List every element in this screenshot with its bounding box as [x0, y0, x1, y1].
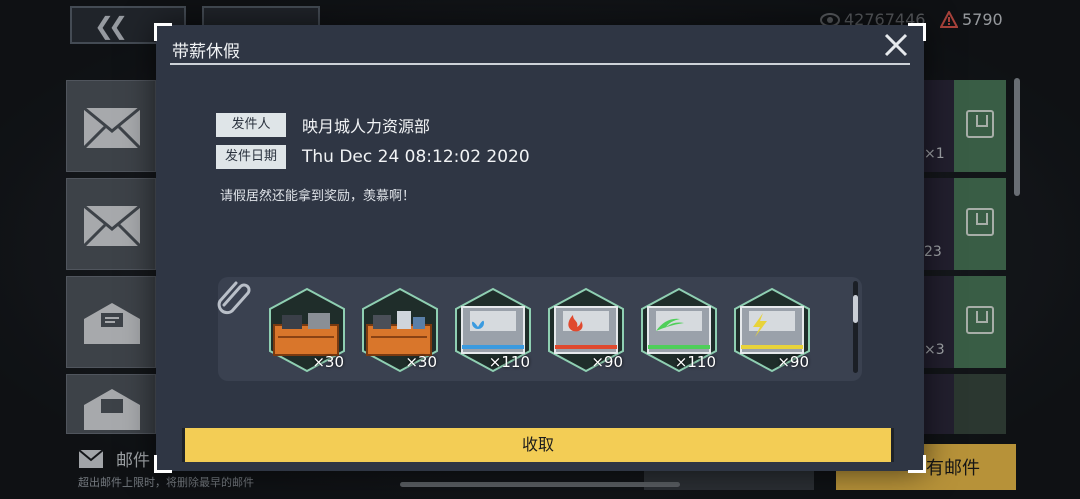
attachment-list: ×30 ×30 ×110 ×90 ×110 ×90: [264, 287, 815, 373]
attachment-item[interactable]: ×30: [264, 287, 350, 373]
close-icon[interactable]: [882, 31, 910, 59]
frame-corner: [908, 23, 926, 41]
attachment-item[interactable]: ×110: [450, 287, 536, 373]
claim-button[interactable]: 收取: [182, 428, 894, 462]
sender-value: 映月城人力资源部: [302, 117, 431, 136]
attachment-item[interactable]: ×90: [729, 287, 815, 373]
attachment-quantity: ×110: [674, 353, 716, 371]
attachment-scrollbar[interactable]: [853, 281, 858, 373]
dialog-title: 带薪休假: [172, 42, 240, 62]
attachment-quantity: ×30: [405, 353, 437, 371]
claim-button-label: 收取: [521, 435, 554, 454]
mail-detail-dialog: 带薪休假 发件人 映月城人力资源部 发件日期 Thu Dec 24 08:12:…: [154, 23, 926, 473]
frame-corner: [154, 455, 172, 473]
attachment-quantity: ×90: [591, 353, 623, 371]
attachment-quantity: ×110: [488, 353, 530, 371]
frame-corner: [154, 23, 172, 41]
attachment-item[interactable]: ×90: [543, 287, 629, 373]
frame-corner: [908, 455, 926, 473]
title-divider: [170, 63, 910, 65]
attachment-item[interactable]: ×30: [357, 287, 443, 373]
sender-row: 发件人 映月城人力资源部: [216, 113, 430, 137]
attachment-item[interactable]: ×110: [636, 287, 722, 373]
date-label: 发件日期: [216, 145, 286, 169]
mail-body: 请假居然还能拿到奖励，羡慕啊！: [220, 189, 416, 204]
date-row: 发件日期 Thu Dec 24 08:12:02 2020: [216, 145, 530, 169]
paperclip-icon: [217, 281, 251, 315]
sender-label: 发件人: [216, 113, 286, 137]
date-value: Thu Dec 24 08:12:02 2020: [302, 147, 530, 167]
attachment-quantity: ×30: [312, 353, 344, 371]
attachment-quantity: ×90: [777, 353, 809, 371]
